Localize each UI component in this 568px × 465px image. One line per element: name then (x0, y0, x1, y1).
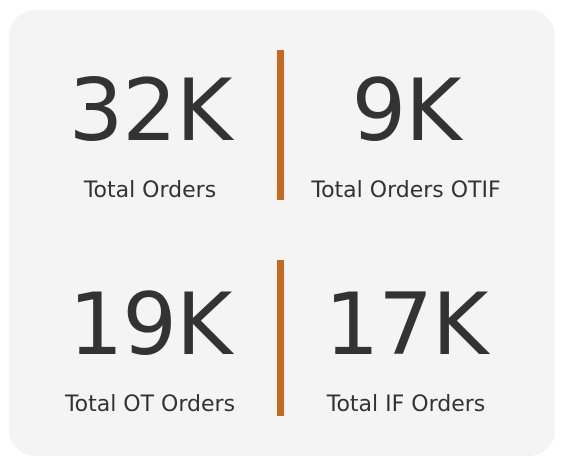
kpi-total-orders: 32K Total Orders (50, 68, 250, 208)
kpi-total-orders-otif: 9K Total Orders OTIF (291, 68, 521, 208)
kpi-card: 32K Total Orders 9K Total Orders OTIF 19… (9, 10, 555, 456)
kpi-label: Total OT Orders (64, 392, 236, 417)
top-divider (277, 50, 284, 200)
kpi-value: 9K (351, 61, 461, 161)
kpi-label: Total Orders (83, 178, 217, 203)
kpi-label: Total Orders OTIF (311, 178, 501, 203)
bottom-divider (277, 260, 284, 416)
kpi-total-ot-orders: 19K Total OT Orders (50, 282, 250, 422)
kpi-value: 32K (68, 61, 233, 161)
kpi-value: 19K (68, 275, 233, 375)
kpi-value: 17K (324, 275, 489, 375)
kpi-total-if-orders: 17K Total IF Orders (291, 282, 521, 422)
kpi-label: Total IF Orders (326, 392, 486, 417)
